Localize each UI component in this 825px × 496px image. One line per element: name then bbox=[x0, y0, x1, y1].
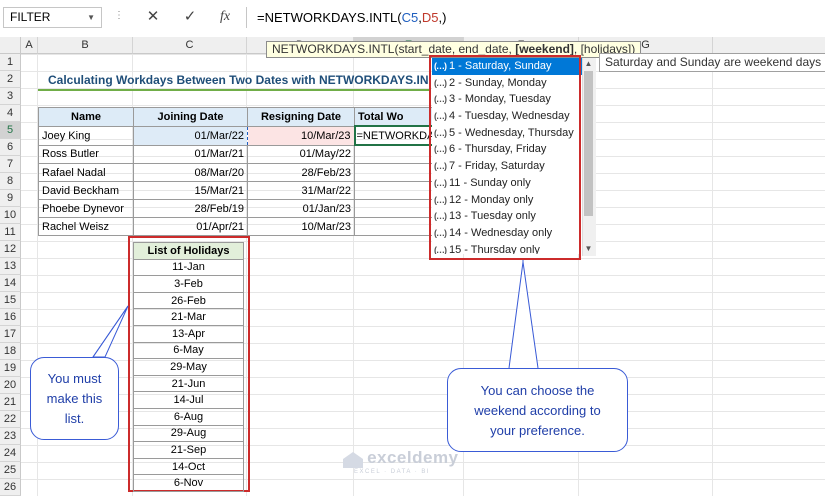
callout-line: weekend according to bbox=[474, 403, 601, 418]
callout-make-list: You must make this list. bbox=[30, 357, 119, 440]
callout-connector-left-tail bbox=[92, 305, 129, 358]
exceldemy-watermark: exceldemy EXCEL · DATA · BI bbox=[342, 448, 459, 475]
callout-line: make this bbox=[46, 391, 103, 406]
callout-line: You can choose the bbox=[480, 383, 595, 398]
callout-line: You must bbox=[47, 371, 102, 386]
watermark-name: exceldemy bbox=[367, 448, 459, 467]
callout-connectors bbox=[92, 260, 539, 369]
exceldemy-logo-icon bbox=[343, 452, 363, 469]
callout-connector-right-arm bbox=[508, 261, 539, 369]
callout-line: list. bbox=[64, 411, 85, 426]
watermark-tagline: EXCEL · DATA · BI bbox=[354, 469, 431, 476]
callout-choose-weekend: You can choose the weekend according to … bbox=[447, 368, 628, 452]
callout-line: your preference. bbox=[490, 423, 585, 438]
